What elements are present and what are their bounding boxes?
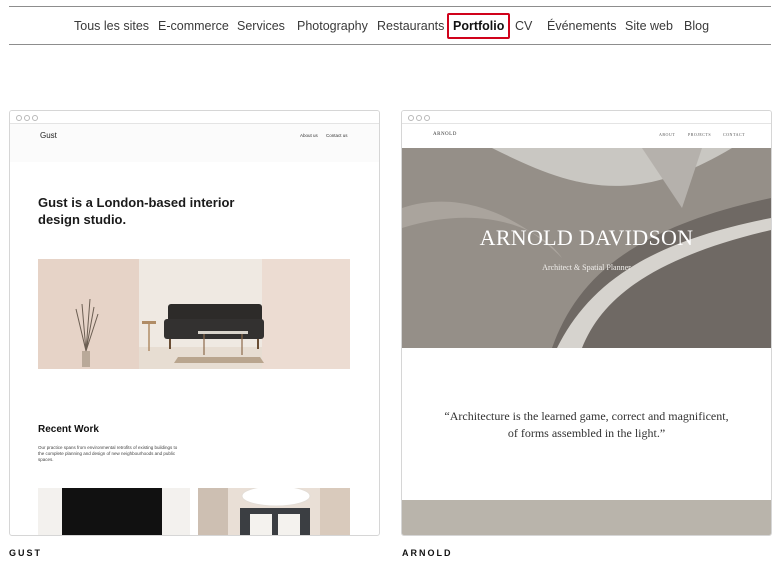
nav-item-photography[interactable]: Photography: [297, 12, 368, 40]
window-dot-icon: [24, 115, 30, 121]
nav-item-all-sites[interactable]: Tous les sites: [74, 12, 149, 40]
preview-subtitle: Architect & Spatial Planner: [542, 263, 631, 272]
preview-header: [402, 124, 771, 148]
preview-quote: “Architecture is the learned game, corre…: [444, 409, 729, 440]
window-dot-icon: [416, 115, 422, 121]
window-dot-icon: [32, 115, 38, 121]
nav-item-services[interactable]: Services: [237, 12, 285, 40]
category-nav: Tous les sites E-commerce Services Photo…: [0, 12, 780, 40]
preview-footer-band: [402, 500, 771, 535]
nav-top-divider: [9, 6, 771, 7]
template-card-gust[interactable]: Gust About us Contact us Gust is a Londo…: [9, 110, 380, 536]
template-card-arnold[interactable]: ARNOLD ABOUT PROJECTS CONTACT ARNOLD DAV…: [401, 110, 772, 536]
nav-item-cv[interactable]: CV: [515, 12, 532, 40]
preview-menu-item: PROJECTS: [688, 132, 712, 137]
nav-item-ecommerce[interactable]: E-commerce: [158, 12, 229, 40]
nav-bottom-divider: [9, 44, 771, 45]
window-dot-icon: [424, 115, 430, 121]
project-thumbnail: [38, 488, 190, 535]
nav-item-site-web[interactable]: Site web: [625, 12, 673, 40]
template-name-arnold[interactable]: ARNOLD: [402, 548, 453, 558]
nav-item-blog[interactable]: Blog: [684, 12, 709, 40]
preview-title: ARNOLD DAVIDSON: [479, 225, 694, 250]
interior-photo: [38, 259, 350, 369]
preview-menu-item: CONTACT: [723, 132, 746, 137]
window-dot-icon: [408, 115, 414, 121]
project-thumbnail: [198, 488, 350, 535]
preview-menu-item: About us: [300, 133, 318, 138]
preview-menu-item: Contact us: [326, 133, 348, 138]
preview-header: [10, 124, 379, 162]
preview-logo: Gust: [40, 131, 57, 140]
nav-item-restaurants[interactable]: Restaurants: [377, 12, 444, 40]
preview-hero-text: Gust is a London-based interior design s…: [38, 195, 235, 227]
template-name-gust[interactable]: GUST: [9, 548, 42, 558]
preview-section-title: Recent Work: [38, 424, 99, 435]
preview-logo: ARNOLD: [433, 132, 457, 137]
nav-item-evenements[interactable]: Événements: [547, 12, 616, 40]
browser-chrome: [402, 111, 771, 124]
preview-menu-item: ABOUT: [659, 132, 676, 137]
preview-section-body: Our practice spans from environmental re…: [38, 445, 178, 462]
nav-item-portfolio[interactable]: Portfolio: [447, 13, 511, 39]
browser-chrome: [10, 111, 379, 124]
sofa-scene-image: [75, 298, 264, 369]
window-dot-icon: [16, 115, 22, 121]
